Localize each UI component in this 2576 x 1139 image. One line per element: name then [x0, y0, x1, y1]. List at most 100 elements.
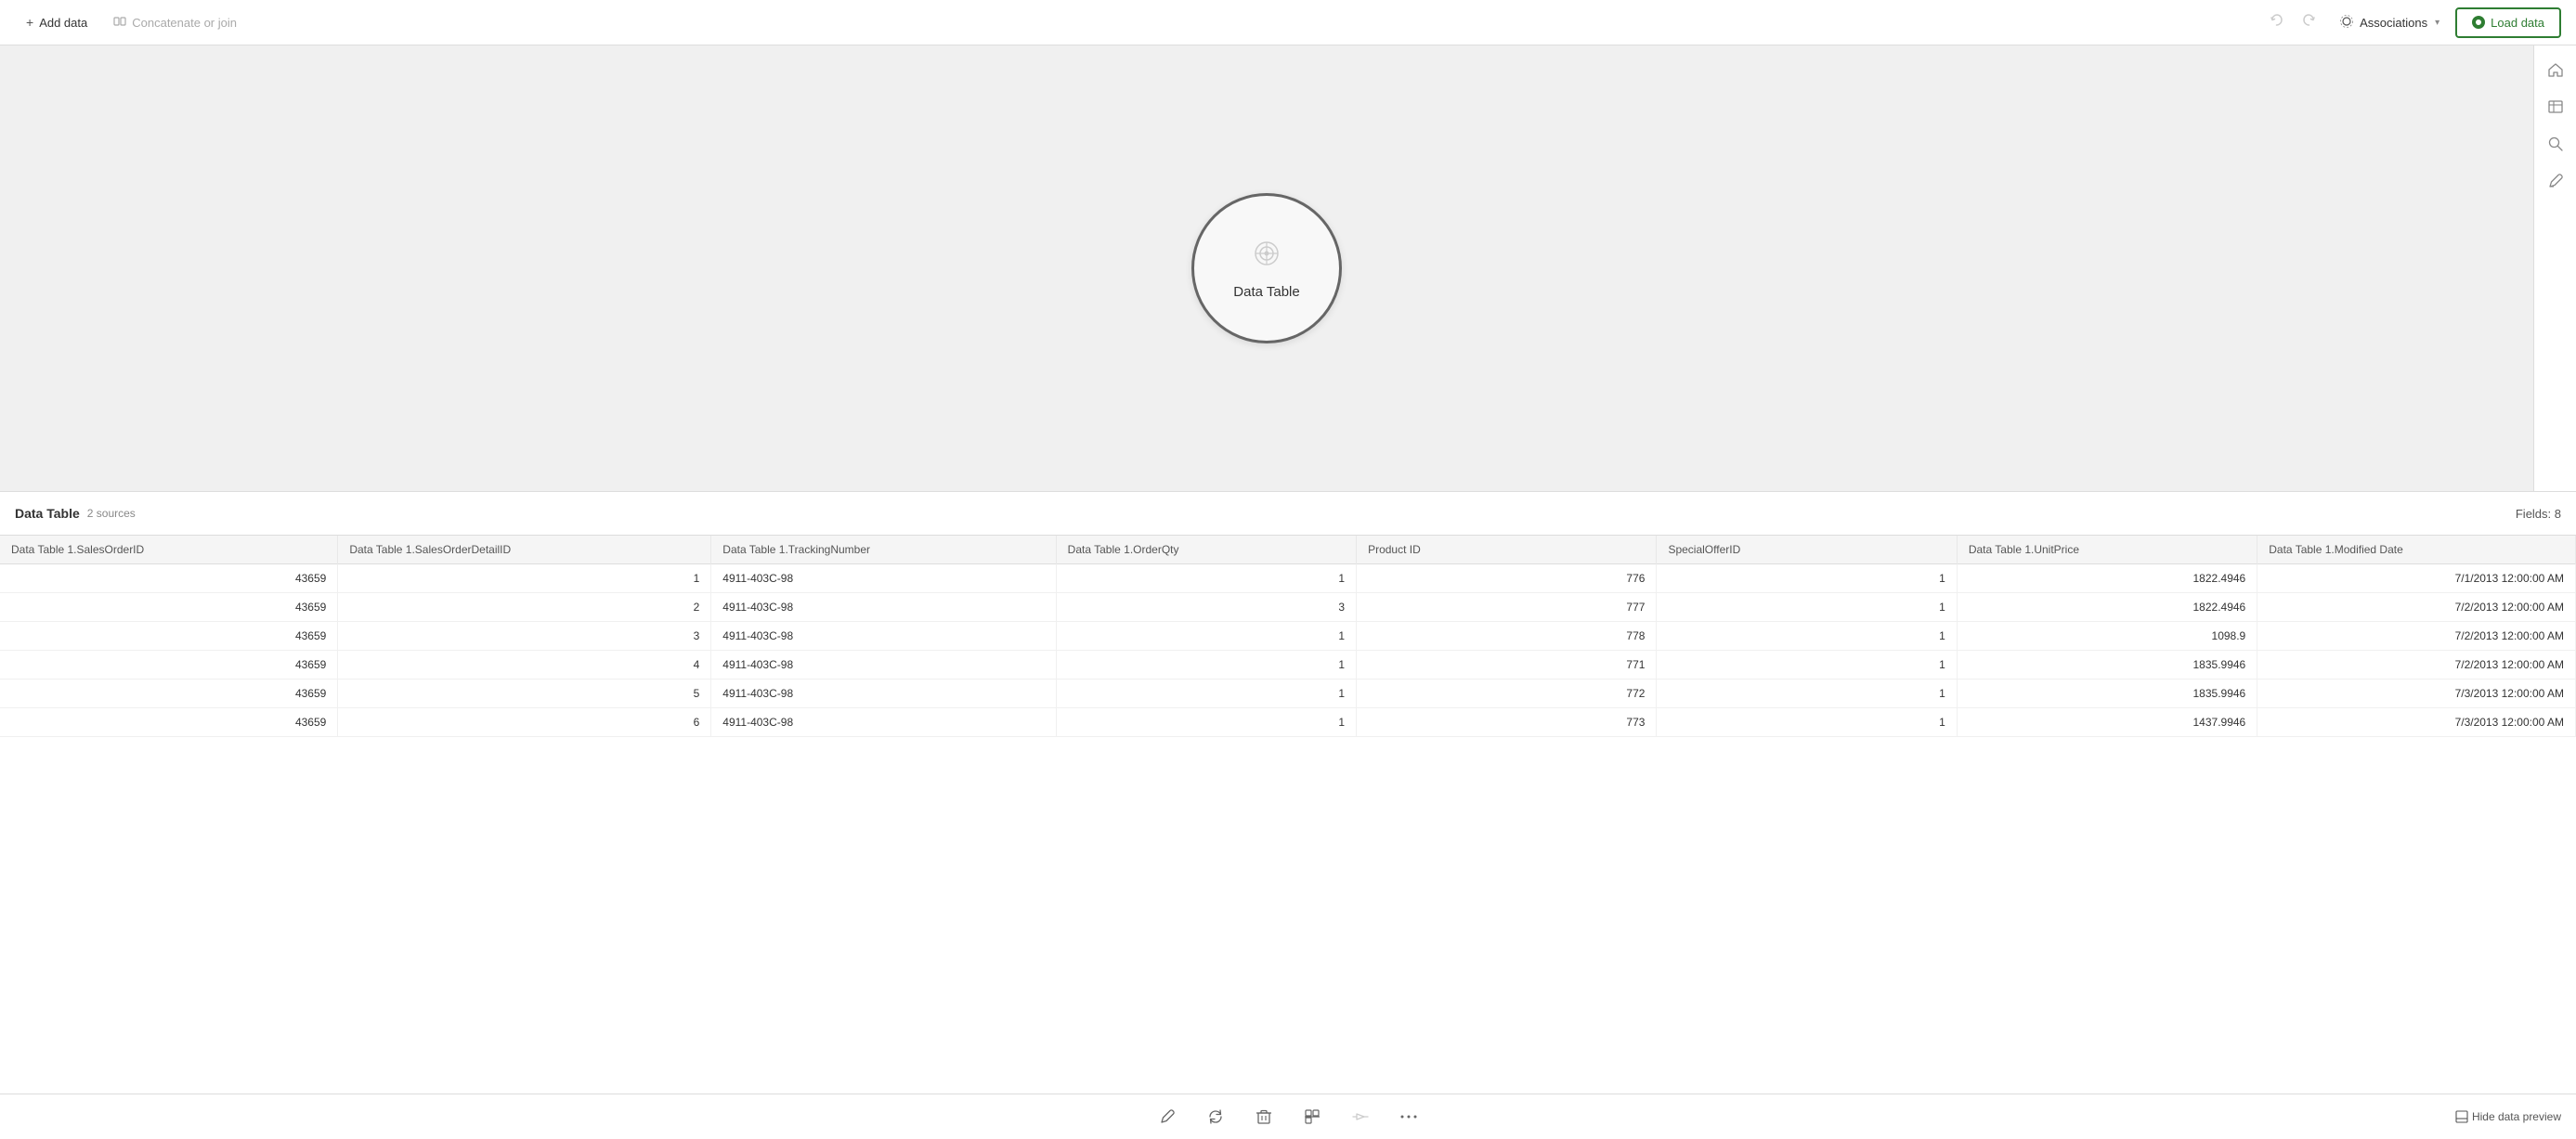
home-sidebar-button[interactable] [2539, 53, 2572, 86]
table-cell-3-5: 1 [1657, 651, 1957, 680]
table-cell-2-1: 3 [338, 622, 711, 651]
table-cell-1-0: 43659 [0, 593, 338, 622]
table-row: 4365924911-403C-98377711822.49467/2/2013… [0, 593, 2576, 622]
table-cell-4-0: 43659 [0, 680, 338, 708]
table-cell-0-3: 1 [1056, 564, 1356, 593]
data-table-sources: 2 sources [87, 507, 136, 520]
table-row: 4365964911-403C-98177311437.99467/3/2013… [0, 708, 2576, 737]
table-cell-0-5: 1 [1657, 564, 1957, 593]
toolbar: + Add data Concatenate or join [0, 0, 2576, 45]
table-node-icon [1250, 237, 1283, 277]
load-data-icon [2472, 16, 2485, 29]
table-header-7: Data Table 1.Modified Date [2257, 536, 2576, 564]
edit-tool-button[interactable] [1151, 1100, 1184, 1133]
table-cell-0-4: 776 [1357, 564, 1657, 593]
associations-icon [2339, 14, 2354, 32]
table-cell-4-6: 1835.9946 [1957, 680, 2257, 708]
data-table-title: Data Table [15, 506, 80, 521]
table-cell-2-3: 1 [1056, 622, 1356, 651]
table-cell-3-2: 4911-403C-98 [711, 651, 1056, 680]
table-header-3: Data Table 1.OrderQty [1056, 536, 1356, 564]
delete-tool-button[interactable] [1247, 1100, 1281, 1133]
canvas-area: Data Table [0, 45, 2533, 491]
refresh-tool-button[interactable] [1199, 1100, 1232, 1133]
table-cell-4-3: 1 [1056, 680, 1356, 708]
data-table-node[interactable]: Data Table [1191, 193, 1342, 343]
table-row: 4365944911-403C-98177111835.99467/2/2013… [0, 651, 2576, 680]
table-cell-0-6: 1822.4946 [1957, 564, 2257, 593]
table-header-row: Data Table 1.SalesOrderIDData Table 1.Sa… [0, 536, 2576, 564]
table-cell-3-4: 771 [1357, 651, 1657, 680]
table-header-5: SpecialOfferID [1657, 536, 1957, 564]
dropdown-chevron-icon: ▾ [2435, 18, 2439, 28]
table-cell-3-6: 1835.9946 [1957, 651, 2257, 680]
load-data-button[interactable]: Load data [2455, 7, 2561, 38]
table-cell-5-1: 6 [338, 708, 711, 737]
table-cell-0-2: 4911-403C-98 [711, 564, 1056, 593]
table-cell-2-0: 43659 [0, 622, 338, 651]
table-header-2: Data Table 1.TrackingNumber [711, 536, 1056, 564]
table-cell-4-2: 4911-403C-98 [711, 680, 1056, 708]
table-cell-1-3: 3 [1056, 593, 1356, 622]
redo-button[interactable] [2294, 7, 2323, 38]
add-data-button[interactable]: + Add data [15, 9, 98, 35]
table-cell-3-3: 1 [1056, 651, 1356, 680]
table-row: 4365914911-403C-98177611822.49467/1/2013… [0, 564, 2576, 593]
table-cell-1-6: 1822.4946 [1957, 593, 2257, 622]
concatenate-icon [113, 15, 126, 31]
table-cell-3-0: 43659 [0, 651, 338, 680]
undo-button[interactable] [2262, 7, 2292, 38]
table-cell-4-1: 5 [338, 680, 711, 708]
table-cell-5-2: 4911-403C-98 [711, 708, 1056, 737]
table-sidebar-button[interactable] [2539, 90, 2572, 123]
concatenate-button[interactable]: Concatenate or join [102, 9, 248, 36]
right-sidebar [2533, 45, 2576, 491]
table-cell-5-7: 7/3/2013 12:00:00 AM [2257, 708, 2576, 737]
pen-sidebar-button[interactable] [2539, 164, 2572, 198]
table-cell-1-7: 7/2/2013 12:00:00 AM [2257, 593, 2576, 622]
associations-button[interactable]: Associations ▾ [2327, 7, 2452, 38]
data-table-info-bar: Data Table 2 sources Fields: 8 [0, 491, 2576, 536]
table-cell-0-0: 43659 [0, 564, 338, 593]
hide-preview-button[interactable]: Hide data preview [2455, 1110, 2561, 1123]
plus-icon: + [26, 15, 33, 30]
table-row: 4365954911-403C-98177211835.99467/3/2013… [0, 680, 2576, 708]
merge-tool-button[interactable] [1344, 1100, 1377, 1133]
table-header-0: Data Table 1.SalesOrderID [0, 536, 338, 564]
table-cell-4-4: 772 [1357, 680, 1657, 708]
table-cell-4-5: 1 [1657, 680, 1957, 708]
bottom-toolbar: Hide data preview [0, 1094, 2576, 1139]
table-cell-5-6: 1437.9946 [1957, 708, 2257, 737]
split-tool-button[interactable] [1295, 1100, 1329, 1133]
table-cell-5-4: 773 [1357, 708, 1657, 737]
table-row: 4365934911-403C-98177811098.97/2/2013 12… [0, 622, 2576, 651]
data-table: Data Table 1.SalesOrderIDData Table 1.Sa… [0, 536, 2576, 737]
table-node-label: Data Table [1233, 284, 1299, 300]
table-header-6: Data Table 1.UnitPrice [1957, 536, 2257, 564]
table-cell-2-6: 1098.9 [1957, 622, 2257, 651]
table-cell-1-1: 2 [338, 593, 711, 622]
table-cell-2-4: 778 [1357, 622, 1657, 651]
more-tool-button[interactable] [1392, 1100, 1425, 1133]
table-cell-1-4: 777 [1357, 593, 1657, 622]
table-cell-2-5: 1 [1657, 622, 1957, 651]
table-cell-5-3: 1 [1056, 708, 1356, 737]
table-cell-2-2: 4911-403C-98 [711, 622, 1056, 651]
data-section: Data Table 1.SalesOrderIDData Table 1.Sa… [0, 536, 2576, 1094]
table-cell-1-2: 4911-403C-98 [711, 593, 1056, 622]
table-cell-0-1: 1 [338, 564, 711, 593]
undo-redo-group [2262, 7, 2323, 38]
table-cell-1-5: 1 [1657, 593, 1957, 622]
table-cell-0-7: 7/1/2013 12:00:00 AM [2257, 564, 2576, 593]
table-cell-5-0: 43659 [0, 708, 338, 737]
table-cell-3-7: 7/2/2013 12:00:00 AM [2257, 651, 2576, 680]
table-cell-3-1: 4 [338, 651, 711, 680]
data-table-fields-count: Fields: 8 [2516, 507, 2561, 521]
table-cell-5-5: 1 [1657, 708, 1957, 737]
table-cell-4-7: 7/3/2013 12:00:00 AM [2257, 680, 2576, 708]
table-header-1: Data Table 1.SalesOrderDetailID [338, 536, 711, 564]
data-table-wrapper[interactable]: Data Table 1.SalesOrderIDData Table 1.Sa… [0, 536, 2576, 1094]
table-header-4: Product ID [1357, 536, 1657, 564]
search-sidebar-button[interactable] [2539, 127, 2572, 161]
table-cell-2-7: 7/2/2013 12:00:00 AM [2257, 622, 2576, 651]
